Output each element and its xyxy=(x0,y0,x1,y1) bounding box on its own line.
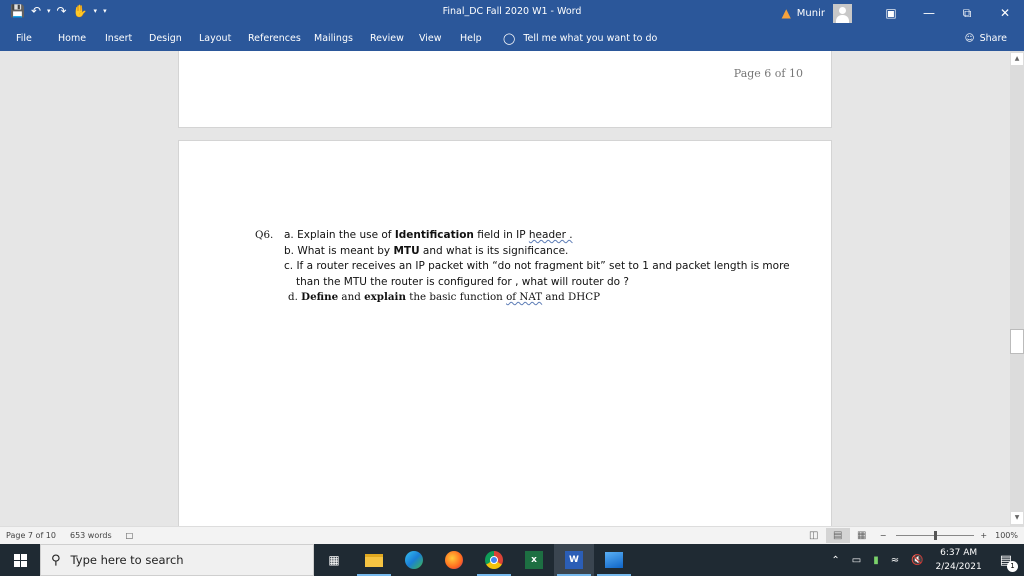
tell-me-search[interactable]: ◯ Tell me what you want to do xyxy=(503,32,657,45)
user-name[interactable]: Munir xyxy=(797,8,825,19)
question-number: Q6. xyxy=(255,229,274,241)
scroll-down-icon[interactable]: ▼ xyxy=(1011,512,1023,524)
zoom-slider[interactable] xyxy=(896,528,975,543)
lightbulb-icon: ◯ xyxy=(503,32,516,45)
page-count[interactable]: Page 7 of 10 xyxy=(6,531,56,540)
volume-muted-icon[interactable]: 🔇 xyxy=(911,555,923,566)
zoom-level[interactable]: 100% xyxy=(995,531,1018,540)
tab-layout[interactable]: Layout xyxy=(199,33,231,44)
status-bar: Page 7 of 10 653 words □ ◫ ▤ ▦ − + 100% xyxy=(0,526,1024,544)
clock[interactable]: 6:37 AM 2/24/2021 xyxy=(936,546,982,574)
notification-count: 1 xyxy=(1007,560,1018,572)
word-count[interactable]: 653 words xyxy=(70,531,112,540)
firefox-icon[interactable] xyxy=(434,544,474,576)
system-tray: ⌃ ▭ ▮ ≈ 🔇 6:37 AM 2/24/2021 ▤ 1 xyxy=(825,544,1024,576)
question-a: a. Explain the use of Identification fie… xyxy=(284,229,573,241)
current-page[interactable]: Q6. a. Explain the use of Identification… xyxy=(178,140,832,526)
warning-icon[interactable]: ▲ xyxy=(782,6,791,20)
zoom-in-button[interactable]: + xyxy=(980,531,987,540)
ribbon-tabs: File Home Insert Design Layout Reference… xyxy=(0,26,1024,51)
read-mode-icon[interactable]: ◫ xyxy=(802,528,826,543)
tab-review[interactable]: Review xyxy=(370,33,404,44)
person-icon: ☺ xyxy=(964,33,975,44)
taskbar: ⚲ Type here to search ▦ x W ⌃ ▭ ▮ ≈ 🔇 6:… xyxy=(0,544,1024,576)
web-layout-icon[interactable]: ▦ xyxy=(850,528,874,543)
windows-logo-icon xyxy=(13,553,27,567)
search-icon: ⚲ xyxy=(51,552,61,568)
battery-icon[interactable]: ▮ xyxy=(873,555,879,566)
excel-icon[interactable]: x xyxy=(514,544,554,576)
tab-insert[interactable]: Insert xyxy=(105,33,132,44)
tab-home[interactable]: Home xyxy=(58,33,86,44)
vertical-scrollbar[interactable]: ▲ ▼ xyxy=(1010,51,1024,526)
meet-now-icon[interactable]: ▭ xyxy=(852,555,861,566)
clock-date: 2/24/2021 xyxy=(935,562,982,572)
question-d: d. Define and explain the basic function… xyxy=(288,291,601,303)
wifi-icon[interactable]: ≈ xyxy=(891,555,899,566)
page-footer-number: Page 6 of 10 xyxy=(733,67,803,80)
clock-time: 6:37 AM xyxy=(940,548,978,558)
close-button[interactable]: ✕ xyxy=(986,6,1024,20)
zoom-out-button[interactable]: − xyxy=(880,531,887,540)
document-canvas: Page 6 of 10 Q6. a. Explain the use of I… xyxy=(0,51,1010,526)
zoom-slider-handle[interactable] xyxy=(934,531,938,540)
show-hidden-icons[interactable]: ⌃ xyxy=(831,555,839,566)
edge-icon[interactable] xyxy=(394,544,434,576)
chrome-icon[interactable] xyxy=(474,544,514,576)
word-icon[interactable]: W xyxy=(554,544,594,576)
previous-page: Page 6 of 10 xyxy=(178,51,832,128)
restore-button[interactable]: ⧉ xyxy=(948,6,986,21)
tab-mailings[interactable]: Mailings xyxy=(314,33,353,44)
question-c-line1: c. If a router receives an IP packet wit… xyxy=(284,260,790,272)
tab-references[interactable]: References xyxy=(248,33,301,44)
question-b: b. What is meant by MTU and what is its … xyxy=(284,244,569,257)
taskbar-search[interactable]: ⚲ Type here to search xyxy=(40,544,314,576)
title-bar: 💾 ↶ ▾ ↷ ✋ ▾ ▾ Final_DC Fall 2020 W1 - Wo… xyxy=(0,0,1024,26)
tab-design[interactable]: Design xyxy=(149,33,182,44)
task-view-icon[interactable]: ▦ xyxy=(314,544,354,576)
minimize-button[interactable]: — xyxy=(910,6,948,20)
photos-icon[interactable] xyxy=(594,544,634,576)
tab-file[interactable]: File xyxy=(16,33,32,44)
ribbon-display-options-icon[interactable]: ▣ xyxy=(872,6,910,20)
share-button[interactable]: ☺ Share xyxy=(965,33,1007,44)
avatar[interactable] xyxy=(833,3,852,23)
file-explorer-icon[interactable] xyxy=(354,544,394,576)
tell-me-label: Tell me what you want to do xyxy=(523,33,658,44)
tab-view[interactable]: View xyxy=(419,33,442,44)
question-c-line2: than the MTU the router is configured fo… xyxy=(296,275,629,288)
start-button[interactable] xyxy=(0,544,40,576)
scroll-thumb[interactable] xyxy=(1010,329,1024,354)
notification-center-icon[interactable]: ▤ 1 xyxy=(1000,553,1018,572)
search-placeholder: Type here to search xyxy=(70,553,184,567)
tab-help[interactable]: Help xyxy=(460,33,482,44)
print-layout-icon[interactable]: ▤ xyxy=(825,528,850,543)
share-label: Share xyxy=(979,33,1007,44)
scroll-up-icon[interactable]: ▲ xyxy=(1011,53,1023,65)
proofing-icon[interactable]: □ xyxy=(126,531,134,540)
